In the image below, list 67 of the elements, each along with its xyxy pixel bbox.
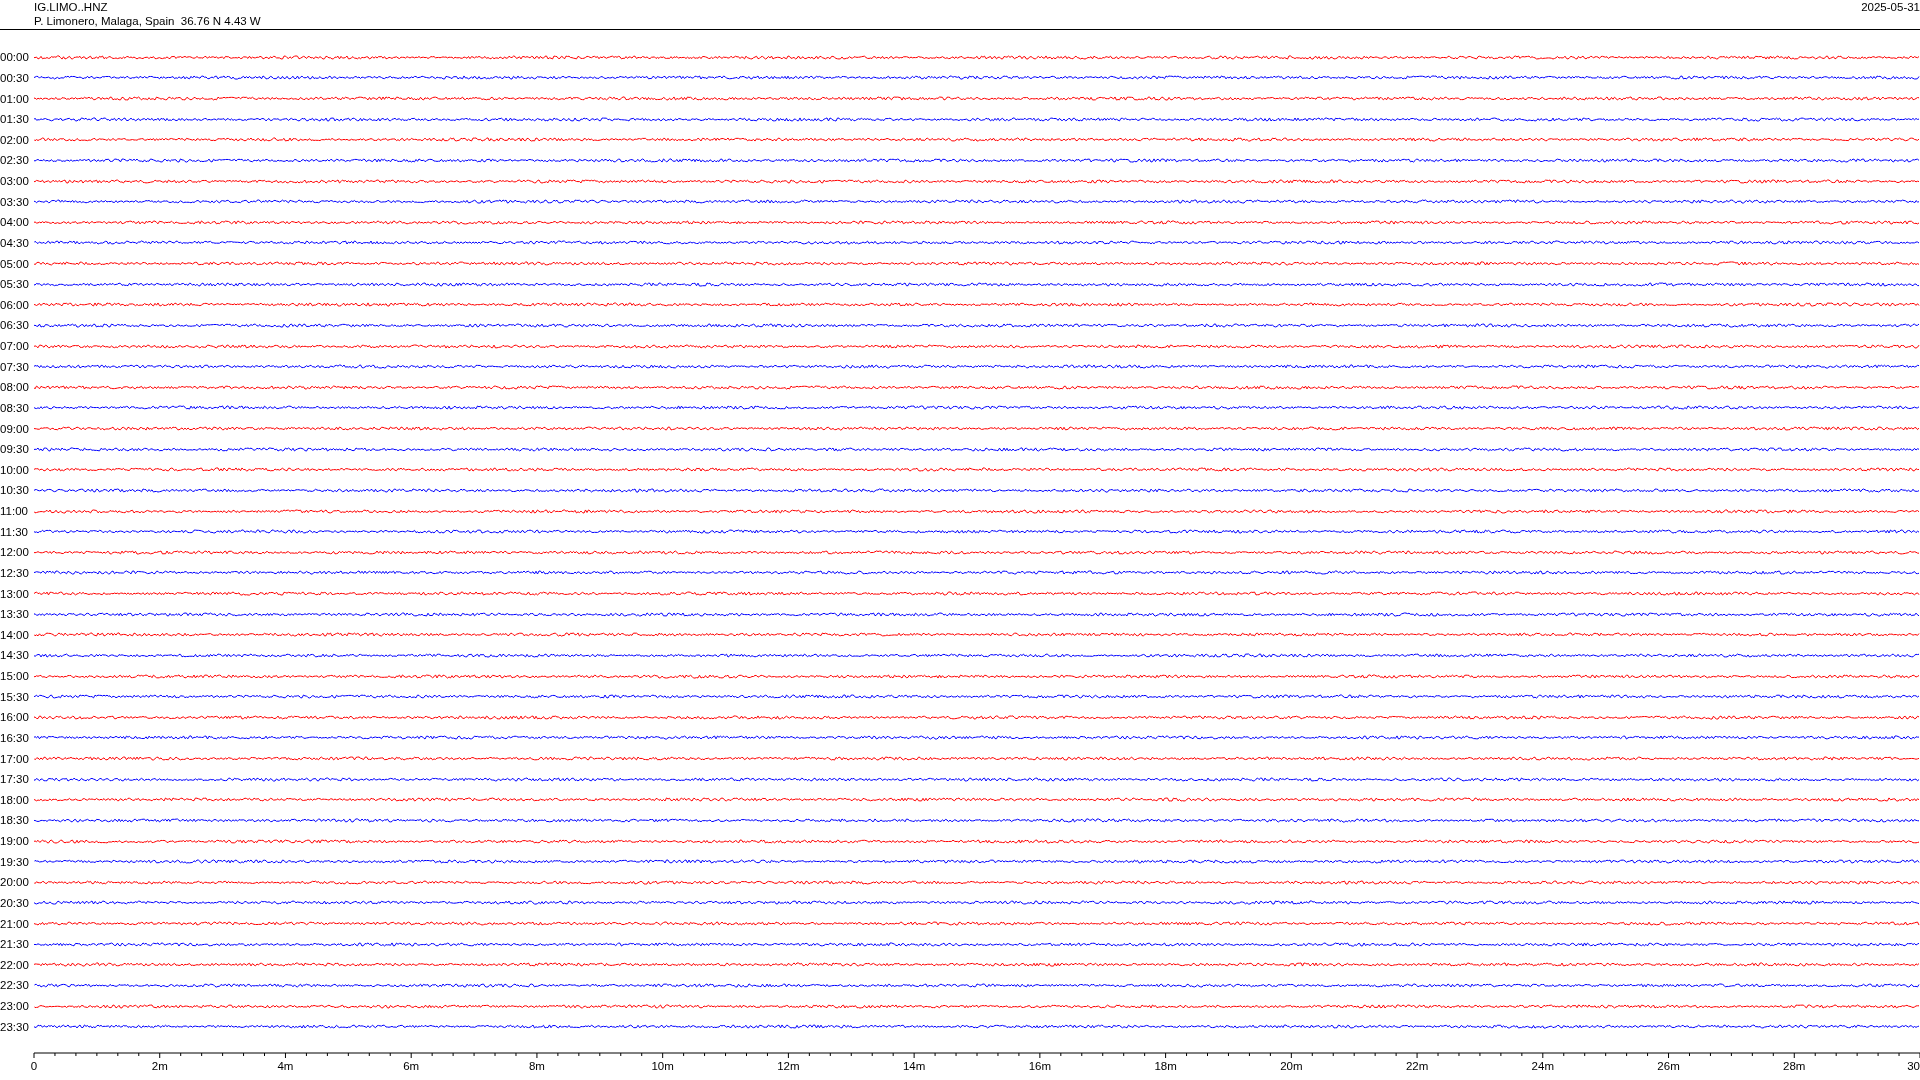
time-label: 07:30 [0, 360, 30, 373]
axis-tick-label: 20m [1280, 1060, 1303, 1072]
time-label: 07:00 [0, 340, 30, 353]
time-label: 15:00 [0, 670, 30, 683]
time-label: 00:00 [0, 51, 30, 64]
axis-tick-label: 16m [1028, 1060, 1052, 1072]
time-label: 06:30 [0, 319, 30, 332]
time-label: 11:00 [0, 505, 29, 518]
time-label: 10:30 [0, 484, 30, 497]
axis-tick-label: 12m [777, 1060, 800, 1072]
time-label: 23:30 [0, 1020, 30, 1033]
time-label: 15:30 [0, 690, 30, 703]
time-label: 08:00 [0, 381, 30, 394]
time-label: 11:30 [0, 525, 29, 538]
time-label: 05:00 [0, 257, 30, 270]
time-label: 12:00 [0, 546, 30, 559]
time-label: 19:00 [0, 835, 30, 848]
time-label: 18:00 [0, 793, 30, 806]
time-label: 03:30 [0, 195, 30, 208]
axis-tick-label: 6m [403, 1060, 420, 1072]
time-label: 05:30 [0, 278, 30, 291]
time-label: 01:00 [0, 92, 30, 105]
time-label: 22:00 [0, 958, 30, 971]
time-label: 20:00 [0, 876, 30, 889]
time-label: 02:30 [0, 154, 30, 167]
time-label: 02:00 [0, 133, 30, 146]
time-label: 17:30 [0, 773, 30, 786]
time-label: 04:30 [0, 236, 30, 249]
time-label: 18:30 [0, 814, 30, 827]
time-label: 13:30 [0, 608, 30, 621]
axis-tick-label: 14m [902, 1060, 926, 1072]
time-label: 13:00 [0, 587, 30, 600]
axis-tick-label: 26m [1657, 1060, 1680, 1072]
time-label: 23:00 [0, 1000, 30, 1013]
time-label: 21:00 [0, 917, 30, 930]
time-label: 17:00 [0, 752, 30, 765]
axis-tick-label: 2m [151, 1060, 168, 1072]
time-label: 21:30 [0, 938, 30, 951]
channel-title: IG.LIMO..HNZ [34, 0, 109, 14]
time-label: 01:30 [0, 113, 30, 126]
time-label: 00:30 [0, 71, 30, 84]
axis-tick-label: 22m [1405, 1060, 1429, 1072]
axis-tick-label: 0 [30, 1060, 38, 1072]
axis-tick-label: 8m [528, 1060, 545, 1072]
time-label: 12:30 [0, 566, 30, 579]
time-label: 14:30 [0, 649, 30, 662]
time-label: 14:00 [0, 628, 30, 641]
axis-tick-label: 18m [1154, 1060, 1177, 1072]
time-label: 04:00 [0, 216, 30, 229]
time-label: 08:30 [0, 401, 30, 414]
time-label: 09:30 [0, 443, 30, 456]
station-info: P. Limonero, Malaga, Spain 36.76 N 4.43 W [34, 14, 261, 28]
date-label: 2025-05-31 [1861, 0, 1920, 15]
time-label: 10:00 [0, 463, 30, 476]
time-label: 22:30 [0, 979, 30, 992]
axis-tick-label: 28m [1783, 1060, 1806, 1072]
time-label: 20:30 [0, 896, 30, 909]
axis-tick-label: 10m [651, 1060, 674, 1072]
axis-tick-label: 30 [1907, 1060, 1920, 1072]
time-label: 03:00 [0, 175, 30, 188]
axis-tick-label: 24m [1531, 1060, 1554, 1072]
time-label: 16:30 [0, 731, 30, 744]
time-label: 06:00 [0, 298, 30, 311]
axis-tick-label: 4m [277, 1060, 294, 1072]
time-label: 16:00 [0, 711, 30, 724]
time-label: 09:00 [0, 422, 30, 435]
time-label: 19:30 [0, 855, 30, 868]
